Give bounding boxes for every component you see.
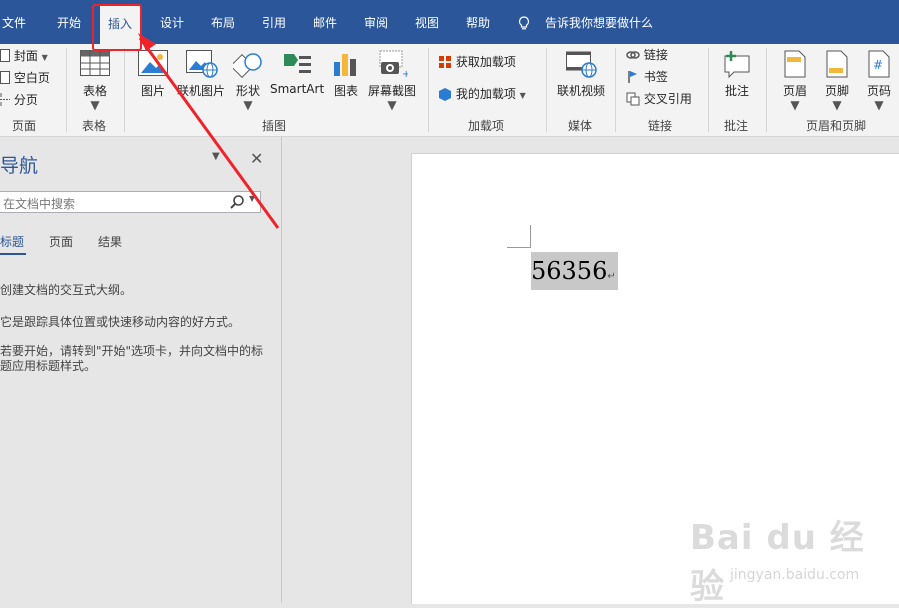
link-icon xyxy=(626,51,640,59)
cross-reference-button[interactable]: 交叉引用 xyxy=(626,89,692,109)
crop-mark xyxy=(530,225,531,247)
svg-text:#: # xyxy=(873,58,883,72)
nav-message-1: 创建文档的交互式大纲。 xyxy=(0,283,133,297)
navigation-pane: 导航 ▼ ✕ 在文档中搜索 ▼ 标题 页面 结果 创建文档的交互式大纲。 它是跟… xyxy=(0,137,282,603)
blank-page-button[interactable]: 空白页 xyxy=(0,68,50,88)
online-video-icon xyxy=(566,51,597,78)
group-label-comments: 批注 xyxy=(724,119,749,133)
group-label-header-footer: 页眉和页脚 xyxy=(806,119,867,133)
ribbon: 封面 ▼ 空白页 分页 页面 表格 ▼ 表格 图片 联机图片 形状 ▼ Smar… xyxy=(0,44,899,137)
nav-message-3: 若要开始，请转到"开始"选项卡，并向文档中的标题应用标题样式。 xyxy=(0,344,264,373)
tab-mailings[interactable]: 邮件 xyxy=(313,0,337,44)
online-video-button[interactable]: 联机视频 xyxy=(554,48,608,108)
page-icon xyxy=(0,49,10,62)
group-separator xyxy=(428,48,429,132)
tab-file[interactable]: 文件 xyxy=(2,0,26,44)
group-separator xyxy=(708,48,709,132)
annotation-highlight-box xyxy=(92,4,142,51)
footer-icon xyxy=(826,50,848,78)
group-separator xyxy=(66,48,67,132)
nav-search-box[interactable]: 在文档中搜索 ▼ xyxy=(0,191,261,213)
footer-button[interactable]: 页脚 ▼ xyxy=(818,48,856,112)
baidu-watermark-logo: Bai du 经验 xyxy=(690,518,865,607)
tell-me-box[interactable]: 告诉我你想要做什么 xyxy=(545,0,653,44)
bookmark-icon xyxy=(628,71,637,83)
tab-help[interactable]: 帮助 xyxy=(466,0,490,44)
lightbulb-icon xyxy=(518,16,530,30)
chart-button[interactable]: 图表 xyxy=(330,48,362,108)
page-break-button[interactable]: 分页 xyxy=(0,90,38,110)
nav-close-icon[interactable]: ✕ xyxy=(250,149,263,168)
paragraph-mark-icon: ↵ xyxy=(607,271,616,282)
get-addins-button[interactable]: 获取加载项 xyxy=(438,52,516,72)
header-icon xyxy=(784,50,806,78)
header-button[interactable]: 页眉 ▼ xyxy=(776,48,814,112)
shapes-button[interactable]: 形状 ▼ xyxy=(230,48,266,112)
nav-search-input[interactable]: 在文档中搜索 xyxy=(3,195,75,212)
chart-icon xyxy=(334,54,356,76)
cover-page-button[interactable]: 封面 ▼ xyxy=(0,46,48,66)
tab-layout[interactable]: 布局 xyxy=(211,0,235,44)
tab-view[interactable]: 视图 xyxy=(415,0,439,44)
group-label-addins: 加载项 xyxy=(468,119,505,133)
search-icon[interactable] xyxy=(229,194,245,210)
nav-tab-results[interactable]: 结果 xyxy=(98,233,122,250)
store-icon xyxy=(439,56,451,68)
blank-page-icon xyxy=(0,71,10,84)
new-comment-button[interactable]: 批注 xyxy=(716,48,758,108)
crop-mark xyxy=(507,247,531,248)
page-number-button[interactable]: # 页码 ▼ xyxy=(860,48,898,112)
online-picture-icon xyxy=(186,50,218,78)
group-label-illustrations: 插图 xyxy=(262,119,287,133)
link-button[interactable]: 链接 xyxy=(626,45,668,65)
page-break-icon xyxy=(0,93,10,106)
screenshot-button[interactable]: + 屏幕截图 ▼ xyxy=(366,48,418,112)
group-label-links: 链接 xyxy=(648,119,673,133)
baidu-watermark-url: jingyan.baidu.com xyxy=(730,567,860,583)
my-addins-button[interactable]: 我的加载项 ▼ xyxy=(438,84,526,104)
nav-tab-headings[interactable]: 标题 xyxy=(0,233,24,250)
online-pictures-button[interactable]: 联机图片 xyxy=(176,48,226,108)
svg-text:+: + xyxy=(402,69,408,78)
tab-design[interactable]: 设计 xyxy=(160,0,184,44)
addin-cube-icon xyxy=(439,88,451,101)
table-button[interactable]: 表格 ▼ xyxy=(74,48,116,112)
shapes-icon xyxy=(233,53,262,78)
picture-icon xyxy=(138,50,168,76)
smartart-icon xyxy=(284,54,311,73)
tab-references[interactable]: 引用 xyxy=(262,0,286,44)
pictures-button[interactable]: 图片 xyxy=(134,48,172,108)
screenshot-icon: + xyxy=(379,50,408,78)
nav-tab-pages[interactable]: 页面 xyxy=(49,233,73,250)
page-number-icon: # xyxy=(868,50,890,78)
group-label-pages: 页面 xyxy=(12,119,37,133)
table-icon xyxy=(80,50,110,76)
nav-tab-active-indicator xyxy=(0,253,26,255)
selected-document-text[interactable]: 56356↵ xyxy=(531,252,618,290)
group-separator xyxy=(766,48,767,132)
nav-options-dropdown-icon[interactable]: ▼ xyxy=(212,151,220,162)
group-label-media: 媒体 xyxy=(568,119,593,133)
nav-message-2: 它是跟踪具体位置或快速移动内容的好方式。 xyxy=(0,315,241,329)
tab-review[interactable]: 审阅 xyxy=(364,0,388,44)
comment-icon xyxy=(724,51,750,78)
tab-home[interactable]: 开始 xyxy=(57,0,81,44)
group-separator xyxy=(615,48,616,132)
group-label-tables: 表格 xyxy=(82,119,107,133)
cross-reference-icon xyxy=(626,92,640,106)
search-options-dropdown-icon[interactable]: ▼ xyxy=(249,194,255,203)
nav-pane-title: 导航 xyxy=(0,155,39,177)
bookmark-button[interactable]: 书签 xyxy=(626,67,668,87)
smartart-button[interactable]: SmartArt xyxy=(270,48,324,108)
group-separator xyxy=(546,48,547,132)
group-separator xyxy=(124,48,125,132)
